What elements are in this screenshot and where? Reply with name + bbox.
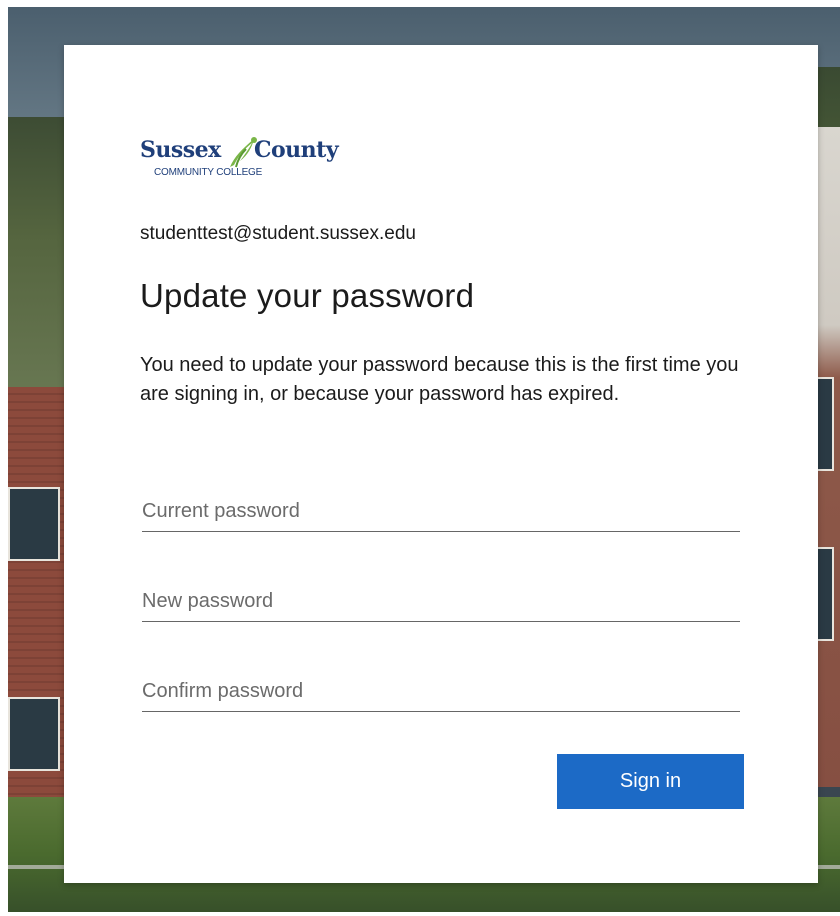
background-trees-left	[8, 117, 68, 417]
new-password-input[interactable]	[142, 581, 740, 622]
background-building-left	[8, 387, 68, 807]
sign-in-button[interactable]: Sign in	[557, 754, 744, 809]
account-email: studenttest@student.sussex.edu	[140, 223, 416, 244]
signin-card: Sussex County COMMUNITY COLLEGE studentt…	[64, 45, 818, 883]
logo-word-sussex: Sussex	[140, 137, 221, 163]
logo-word-county: County	[254, 137, 339, 163]
current-password-input[interactable]	[142, 491, 740, 532]
page-title: Update your password	[140, 277, 475, 314]
confirm-password-input[interactable]	[142, 671, 740, 712]
description-text: You need to update your password because…	[140, 354, 739, 405]
logo-subtitle: COMMUNITY COLLEGE	[154, 167, 263, 178]
building-window	[8, 487, 60, 561]
background-photo: Sussex County COMMUNITY COLLEGE studentt…	[8, 7, 840, 912]
building-window	[8, 697, 60, 771]
college-logo: Sussex County COMMUNITY COLLEGE	[140, 137, 360, 193]
